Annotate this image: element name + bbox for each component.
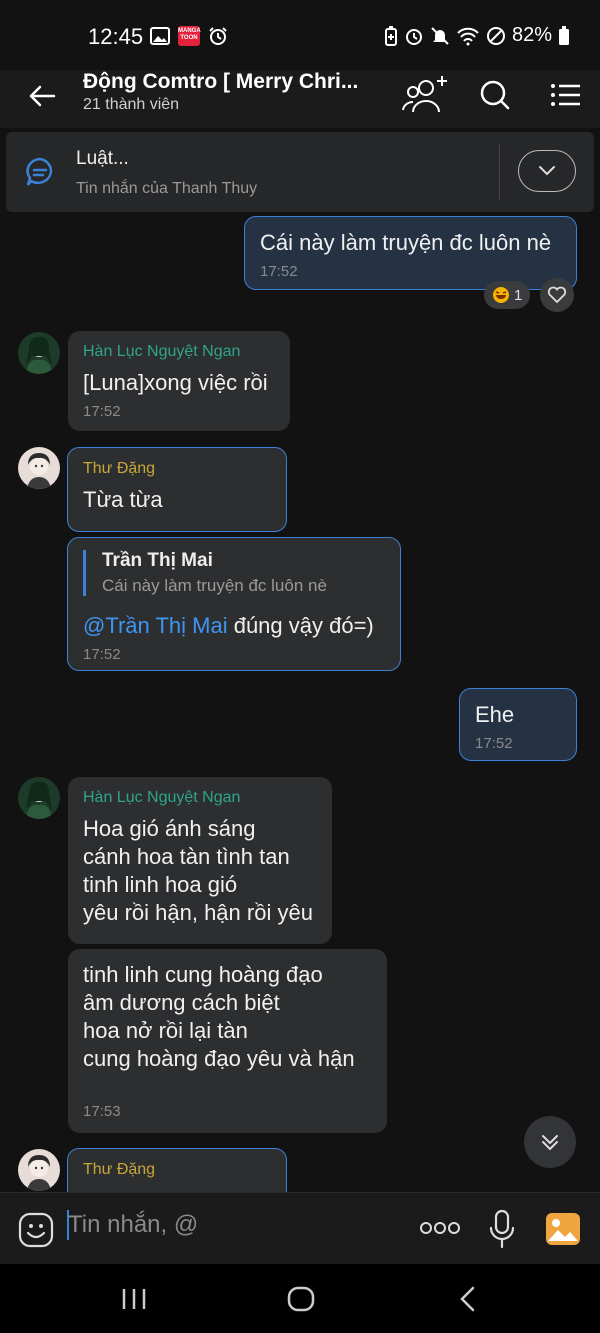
message-text: Cái này làm truyện đc luôn nè [260, 230, 552, 255]
reaction-count: 1 [514, 286, 523, 304]
incoming-message[interactable]: Thư Đặng Từa từa [67, 447, 287, 532]
alarm-status-icon [405, 28, 422, 45]
avatar-image [18, 447, 60, 489]
back-arrow-icon[interactable] [26, 80, 58, 112]
system-nav-bar [0, 1264, 600, 1333]
react-heart-button[interactable] [540, 278, 574, 312]
laughing-emoji-icon [493, 287, 509, 303]
message-time: 17:53 [83, 1103, 121, 1120]
message-text: Hoa gió ánh sáng cánh hoa tàn tình tan t… [83, 816, 313, 925]
mute-icon [431, 26, 449, 45]
alarm-icon [209, 27, 227, 45]
pinned-subtitle: Tin nhắn của Thanh Thuy [76, 180, 258, 197]
double-chevron-down-icon [542, 1135, 558, 1151]
avatar-image [18, 777, 60, 819]
mangatoon-badge-text: MANGA TOON [178, 28, 201, 41]
chevron-down-icon [539, 166, 555, 176]
no-signal-icon [486, 26, 505, 45]
expand-pinned-button[interactable] [518, 150, 576, 192]
reaction-badge[interactable]: 1 [484, 281, 531, 309]
message-text: Từa từa [83, 487, 163, 512]
battery-percent: 82% [511, 24, 552, 46]
avatar[interactable] [18, 777, 60, 819]
avatar[interactable] [18, 332, 60, 374]
home-icon[interactable] [287, 1286, 315, 1312]
sender-name[interactable]: Hàn Lục Nguyệt Ngan [83, 343, 275, 361]
quoted-message[interactable]: Trần Thị Mai Cái này làm truyện đc luôn … [83, 550, 385, 596]
scroll-to-bottom-button[interactable] [524, 1116, 576, 1168]
avatar[interactable] [18, 1149, 60, 1191]
more-options-icon[interactable] [418, 1220, 462, 1236]
message-body: đúng vậy đó=) [227, 613, 374, 638]
message-time: 17:52 [83, 403, 121, 420]
group-title[interactable]: Động Comtro [ Merry Chri... [83, 70, 358, 94]
sender-name[interactable]: Thư Đặng [83, 1161, 271, 1179]
battery-saver-icon [384, 25, 397, 46]
search-icon[interactable] [472, 74, 520, 116]
heart-icon [547, 286, 567, 304]
quoted-text: Cái này làm truyện đc luôn nè [102, 576, 327, 595]
outgoing-message[interactable]: Cái này làm truyện đc luôn nè 17:52 [244, 216, 577, 290]
quoted-sender: Trần Thị Mai [102, 550, 213, 571]
status-left-icons: MANGA TOON [150, 26, 228, 46]
outgoing-message[interactable]: Ehe 17:52 [459, 688, 577, 761]
incoming-message[interactable]: Hàn Lục Nguyệt Ngan [Luna]xong việc rồi … [68, 331, 290, 431]
message-time: 17:52 [260, 263, 298, 280]
recent-apps-icon[interactable] [121, 1288, 147, 1310]
message-list[interactable]: Cái này làm truyện đc luôn nè 17:52 1 Hà… [0, 212, 600, 1192]
message-input-bar: Tin nhắn, @ [0, 1192, 600, 1264]
avatar[interactable] [18, 447, 60, 489]
sender-name[interactable]: Thư Đặng [83, 460, 271, 478]
status-bar: 12:45 MANGA TOON 82% [0, 0, 600, 70]
chat-bubble-icon [26, 157, 53, 186]
member-count[interactable]: 21 thành viên [83, 96, 179, 114]
back-nav-icon[interactable] [458, 1286, 478, 1312]
mangatoon-notification-icon: MANGA TOON [178, 26, 201, 46]
pinned-title: Luật... [76, 148, 129, 169]
message-time: 17:52 [475, 735, 513, 752]
gallery-notification-icon [150, 27, 170, 45]
incoming-message[interactable]: tinh linh cung hoàng đạo âm dương cách b… [68, 949, 387, 1133]
wifi-icon [457, 27, 479, 45]
microphone-icon[interactable] [488, 1209, 516, 1249]
avatar-image [18, 1149, 60, 1191]
incoming-message[interactable]: Thư Đặng [67, 1148, 287, 1192]
incoming-message[interactable]: Hàn Lục Nguyệt Ngan Hoa gió ánh sáng cán… [68, 777, 332, 944]
menu-list-icon[interactable] [544, 74, 592, 116]
sender-name[interactable]: Hàn Lục Nguyệt Ngan [83, 789, 317, 807]
message-text: [Luna]xong việc rồi [83, 370, 268, 395]
message-text: tinh linh cung hoàng đạo âm dương cách b… [83, 962, 355, 1071]
status-time: 12:45 [88, 24, 144, 49]
avatar-image [18, 332, 60, 374]
pinned-message[interactable]: Luật... Tin nhắn của Thanh Thuy [6, 132, 594, 212]
status-right-icons: 82% [384, 24, 570, 47]
add-member-icon[interactable] [400, 74, 448, 116]
chat-header: Động Comtro [ Merry Chri... 21 thành viê… [0, 70, 600, 128]
reply-message[interactable]: Trần Thị Mai Cái này làm truyện đc luôn … [67, 537, 401, 671]
image-picker-icon[interactable] [545, 1212, 581, 1246]
mention-link[interactable]: @Trần Thị Mai [83, 613, 228, 638]
message-time: 17:52 [83, 646, 121, 663]
pinned-divider [499, 144, 500, 200]
emoji-icon[interactable] [18, 1212, 54, 1248]
message-text: @Trần Thị Mai đúng vậy đó=) [83, 612, 385, 640]
message-input[interactable]: Tin nhắn, @ [68, 1211, 198, 1239]
message-text: Ehe [475, 702, 515, 727]
battery-icon [559, 25, 569, 45]
